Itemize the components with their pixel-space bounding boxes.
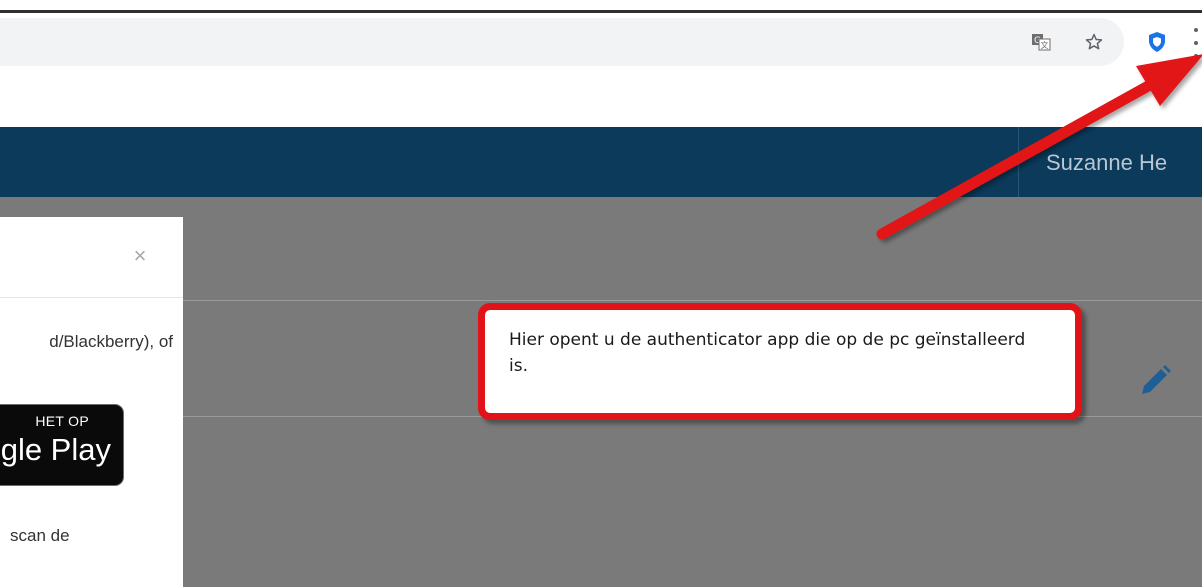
app-header-bar: [0, 127, 1202, 197]
modal-header-divider: [0, 297, 183, 298]
modal-scan-text: scan de: [10, 526, 70, 545]
kebab-menu-icon[interactable]: [1190, 28, 1202, 58]
modal-instruction-text: d/Blackberry), of: [0, 332, 183, 352]
user-name[interactable]: Suzanne He: [1046, 150, 1167, 176]
menu-dot: [1194, 54, 1198, 58]
callout-text: Hier opent u de authenticator app die op…: [509, 330, 1026, 376]
modal-instruction-span: d/Blackberry), of: [49, 332, 173, 351]
menu-dot: [1194, 28, 1198, 32]
google-play-badge-top: HET OP: [35, 413, 89, 429]
translate-icon[interactable]: G 文: [1029, 30, 1053, 54]
address-bar[interactable]: [0, 18, 1124, 66]
svg-text:文: 文: [1041, 40, 1049, 50]
google-play-badge-main: gle Play: [0, 432, 111, 467]
menu-dot: [1194, 41, 1198, 45]
pencil-icon[interactable]: [1132, 360, 1176, 404]
star-icon[interactable]: [1082, 30, 1106, 54]
close-icon[interactable]: ×: [128, 244, 152, 268]
header-separator: [1018, 127, 1019, 197]
content-divider: [183, 300, 1202, 301]
annotation-callout: Hier opent u de authenticator app die op…: [478, 303, 1082, 420]
google-play-badge[interactable]: HET OP gle Play: [0, 404, 124, 486]
shield-icon[interactable]: [1145, 30, 1169, 54]
